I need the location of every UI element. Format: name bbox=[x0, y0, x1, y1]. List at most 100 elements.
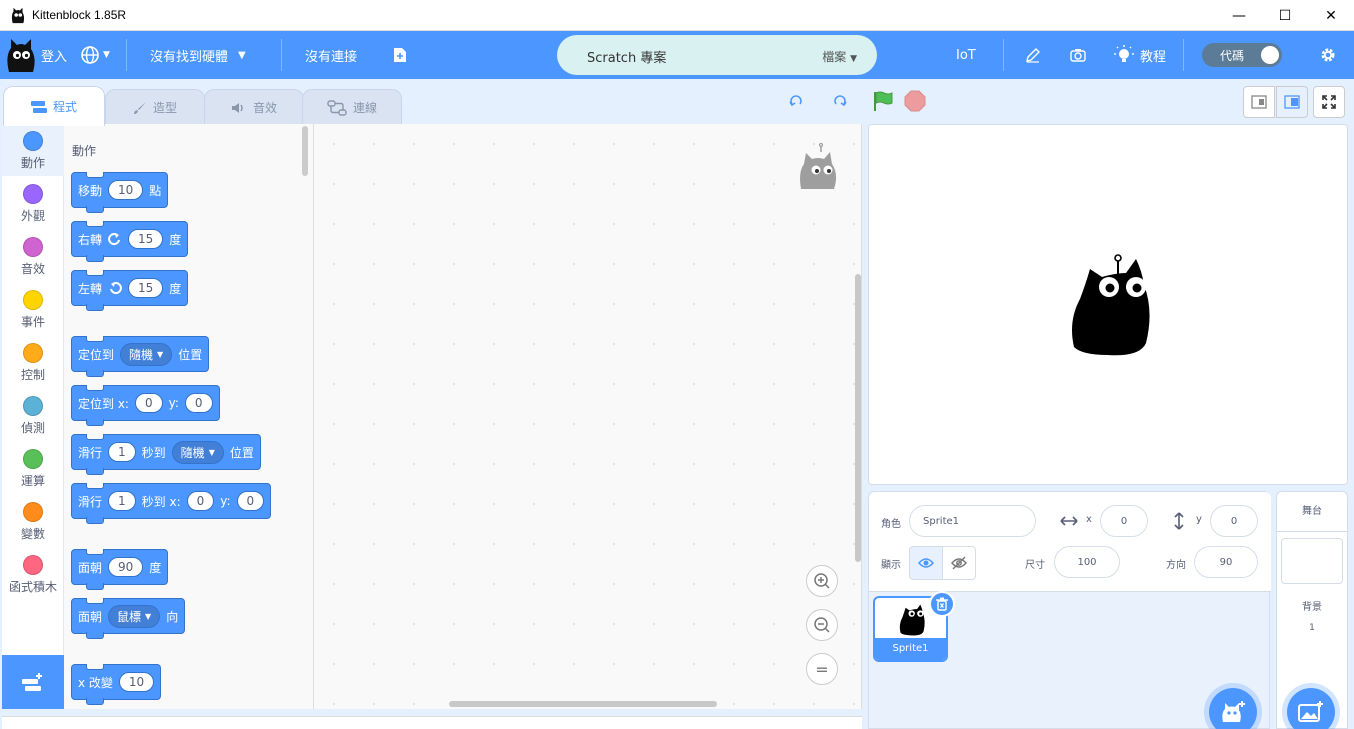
category-events[interactable]: 事件 bbox=[2, 290, 64, 330]
tutorials-button[interactable]: 教程 bbox=[1114, 31, 1166, 79]
normal-stage-button[interactable] bbox=[1276, 86, 1308, 118]
kittenblock-logo-icon bbox=[11, 7, 25, 24]
category-sound[interactable]: 音效 bbox=[2, 237, 64, 277]
category-variables[interactable]: 變數 bbox=[2, 502, 64, 542]
category-sensing[interactable]: 偵測 bbox=[2, 396, 64, 436]
block-goto-xy[interactable]: 定位到 x: 0 y: 0 bbox=[71, 385, 220, 426]
speaker-icon bbox=[231, 102, 243, 113]
x-input[interactable]: 0 bbox=[1100, 505, 1148, 537]
tab-sounds[interactable]: 音效 bbox=[204, 89, 304, 125]
show-sprite-button[interactable] bbox=[909, 546, 943, 580]
y-input[interactable]: 0 bbox=[1210, 505, 1258, 537]
direction-label: 方向 bbox=[1166, 560, 1186, 571]
block-point-towards[interactable]: 面朝 鼠標 ▼ 向 bbox=[71, 598, 186, 639]
block-dropdown[interactable]: 隨機 ▼ bbox=[171, 440, 224, 464]
block-input[interactable]: 90 bbox=[108, 557, 144, 577]
sprite-watermark-icon bbox=[800, 142, 837, 189]
pen-icon[interactable] bbox=[1025, 31, 1041, 79]
category-my-blocks[interactable]: 函式積木 bbox=[2, 555, 64, 595]
connection-status[interactable]: 沒有連接 bbox=[305, 31, 357, 79]
block-input[interactable]: 0 bbox=[186, 491, 215, 511]
category-motion[interactable]: 動作 bbox=[2, 124, 64, 176]
add-backdrop-button[interactable] bbox=[1287, 688, 1335, 729]
block-turn-right[interactable]: 右轉 15 度 bbox=[71, 221, 189, 262]
stage-thumbnail[interactable] bbox=[1281, 538, 1343, 584]
add-extension-icon bbox=[22, 673, 42, 691]
tab-code-label: 程式 bbox=[52, 100, 77, 114]
block-point-direction[interactable]: 面朝 90 度 bbox=[71, 549, 169, 590]
undo-icon[interactable] bbox=[787, 90, 805, 112]
category-looks[interactable]: 外觀 bbox=[2, 184, 64, 224]
add-sprite-button[interactable] bbox=[1209, 688, 1257, 729]
trash-icon[interactable] bbox=[929, 591, 955, 617]
zoom-in-icon[interactable] bbox=[806, 565, 838, 597]
file-menu[interactable]: 檔案 ▼ bbox=[822, 48, 857, 65]
close-button[interactable]: ✕ bbox=[1308, 0, 1354, 31]
project-title-pill[interactable]: Scratch 專案 檔案 ▼ bbox=[557, 35, 877, 75]
sprite-kitten[interactable] bbox=[1068, 251, 1152, 357]
add-sprite-icon bbox=[1222, 701, 1245, 722]
block-dropdown[interactable]: 隨機 ▼ bbox=[120, 342, 173, 366]
script-workspace[interactable] bbox=[314, 124, 862, 709]
upload-file-icon[interactable] bbox=[393, 31, 407, 79]
green-flag-icon[interactable] bbox=[871, 90, 895, 112]
iot-button[interactable]: IoT bbox=[956, 31, 976, 79]
size-input[interactable]: 100 bbox=[1054, 546, 1120, 578]
hide-sprite-button[interactable] bbox=[942, 546, 976, 580]
direction-input[interactable]: 90 bbox=[1194, 546, 1258, 578]
category-operators[interactable]: 運算 bbox=[2, 449, 64, 489]
x-label: x bbox=[1086, 514, 1092, 525]
sprite-name-input[interactable]: Sprite1 bbox=[909, 505, 1036, 537]
block-input[interactable]: 15 bbox=[128, 278, 164, 298]
login-button[interactable]: 登入 bbox=[41, 31, 67, 79]
block-input[interactable]: 0 bbox=[236, 491, 265, 511]
palette-scrollbar[interactable] bbox=[302, 126, 308, 176]
stop-icon[interactable] bbox=[903, 90, 927, 112]
language-menu[interactable]: ▼ bbox=[80, 31, 110, 79]
block-turn-left[interactable]: 左轉 15 度 bbox=[71, 270, 189, 311]
block-input[interactable]: 0 bbox=[184, 393, 213, 413]
fullscreen-icon[interactable] bbox=[1313, 86, 1345, 118]
tab-code[interactable]: 程式 bbox=[3, 86, 105, 126]
block-move-steps[interactable]: 移動 10 點 bbox=[71, 172, 169, 213]
zoom-reset-button[interactable]: = bbox=[806, 653, 838, 685]
block-input[interactable]: 1 bbox=[108, 491, 136, 511]
small-stage-button[interactable] bbox=[1243, 86, 1275, 118]
block-goto[interactable]: 定位到 隨機 ▼ 位置 bbox=[71, 336, 210, 377]
category-dot bbox=[23, 131, 43, 151]
block-glide[interactable]: 滑行 1 秒到 隨機 ▼ 位置 bbox=[71, 434, 261, 475]
block-input[interactable]: 15 bbox=[128, 229, 164, 249]
block-input[interactable]: 0 bbox=[134, 393, 163, 413]
block-input[interactable]: 10 bbox=[118, 672, 155, 692]
camera-icon[interactable] bbox=[1070, 31, 1086, 79]
block-dropdown[interactable]: 鼠標 ▼ bbox=[108, 604, 161, 628]
block-input[interactable]: 10 bbox=[108, 180, 144, 200]
maximize-button[interactable]: ☐ bbox=[1262, 0, 1308, 31]
size-label: 尺寸 bbox=[1025, 560, 1045, 571]
workspace-scrollbar-horizontal[interactable] bbox=[449, 701, 717, 707]
redo-icon[interactable] bbox=[831, 90, 849, 112]
sprite-info: 角色 Sprite1 x 0 y 0 顯示 尺寸 100 方向 90 bbox=[869, 492, 1271, 592]
minimize-button[interactable]: — bbox=[1216, 0, 1262, 31]
gear-icon[interactable] bbox=[1320, 31, 1336, 79]
workspace-scrollbar-vertical[interactable] bbox=[855, 274, 861, 562]
zoom-out-icon[interactable] bbox=[806, 609, 838, 641]
add-extension-button[interactable] bbox=[2, 655, 64, 709]
title-bar: Kittenblock 1.85R — ☐ ✕ bbox=[0, 0, 1354, 31]
category-dot bbox=[23, 290, 43, 310]
code-blocks-icon bbox=[30, 100, 47, 113]
stage-canvas[interactable] bbox=[868, 124, 1348, 485]
backdrops-label: 背景 bbox=[1302, 602, 1322, 613]
project-title[interactable]: Scratch 專案 bbox=[587, 47, 666, 66]
category-menu: 動作 外觀 音效 事件 控制 偵測 運算 變數 函式積木 bbox=[2, 124, 64, 709]
code-mode-toggle[interactable]: 代碼 bbox=[1202, 43, 1282, 67]
category-control[interactable]: 控制 bbox=[2, 343, 64, 383]
block-glide-xy[interactable]: 滑行 1 秒到 x: 0 y: 0 bbox=[71, 483, 272, 524]
kitten-logo-icon[interactable] bbox=[5, 31, 37, 79]
hardware-menu[interactable]: 沒有找到硬體 ▼ bbox=[150, 31, 246, 79]
y-label: y bbox=[1196, 514, 1202, 525]
block-input[interactable]: 1 bbox=[108, 442, 136, 462]
tab-costumes[interactable]: 造型 bbox=[105, 89, 205, 125]
block-change-x[interactable]: x 改變 10 bbox=[71, 664, 162, 705]
tab-connect[interactable]: 連線 bbox=[302, 89, 402, 125]
